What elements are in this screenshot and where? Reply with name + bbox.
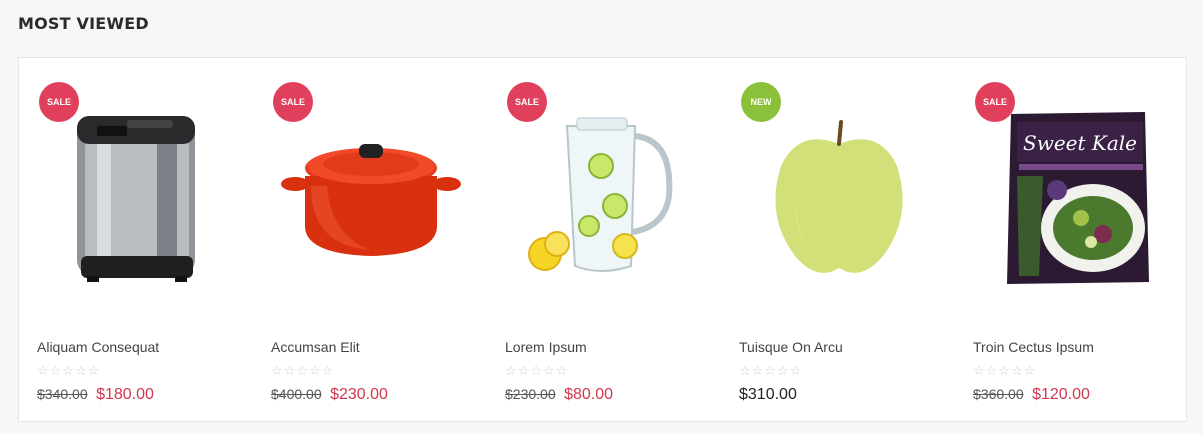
product-name[interactable]: Troin Cectus Ipsum — [973, 339, 1094, 355]
current-price: $180.00 — [96, 386, 154, 403]
package-label: Sweet Kale — [1023, 131, 1137, 155]
old-price: $230.00 — [505, 386, 556, 402]
sale-badge: SALE — [507, 82, 547, 122]
price-block: $400.00 $230.00 — [271, 386, 388, 404]
product-card[interactable]: SALE Lorem Ipsum ☆☆☆☆☆ $230.00 $80.00 — [487, 58, 721, 421]
current-price: $80.00 — [564, 386, 613, 403]
sale-badge: SALE — [975, 82, 1015, 122]
price-block: $310.00 — [739, 386, 797, 404]
product-card[interactable]: SALE Sweet Kale Troin Cectus Ipsum ☆☆☆☆☆… — [955, 58, 1189, 421]
sale-badge: SALE — [39, 82, 79, 122]
product-carousel: SALE Aliquam Consequat ☆☆☆☆☆ $340.00 $18… — [18, 57, 1187, 422]
sale-badge: SALE — [273, 82, 313, 122]
old-price: $400.00 — [271, 386, 322, 402]
rating-stars: ☆☆☆☆☆ — [739, 364, 803, 379]
product-card[interactable]: NEW Tuisque On Arcu ☆☆☆☆☆ $310.00 — [721, 58, 955, 421]
product-image[interactable]: Sweet Kale — [973, 106, 1173, 296]
current-price: $310.00 — [739, 386, 797, 403]
rating-stars: ☆☆☆☆☆ — [271, 364, 335, 379]
product-card[interactable]: SALE Accumsan Elit ☆☆☆☆☆ $400.00 $230.00 — [253, 58, 487, 421]
rating-stars: ☆☆☆☆☆ — [973, 364, 1037, 379]
new-badge: NEW — [741, 82, 781, 122]
current-price: $120.00 — [1032, 386, 1090, 403]
product-image[interactable] — [739, 106, 939, 296]
price-block: $230.00 $80.00 — [505, 386, 613, 404]
current-price: $230.00 — [330, 386, 388, 403]
old-price: $340.00 — [37, 386, 88, 402]
product-name[interactable]: Lorem Ipsum — [505, 339, 587, 355]
product-name[interactable]: Aliquam Consequat — [37, 339, 159, 355]
product-image[interactable] — [271, 106, 471, 296]
product-name[interactable]: Tuisque On Arcu — [739, 339, 843, 355]
rating-stars: ☆☆☆☆☆ — [505, 364, 569, 379]
product-image[interactable] — [505, 106, 705, 296]
section-title: MOST VIEWED — [18, 14, 149, 33]
product-image[interactable] — [37, 106, 237, 296]
product-card[interactable]: SALE Aliquam Consequat ☆☆☆☆☆ $340.00 $18… — [19, 58, 253, 421]
price-block: $340.00 $180.00 — [37, 386, 154, 404]
old-price: $360.00 — [973, 386, 1024, 402]
product-name[interactable]: Accumsan Elit — [271, 339, 360, 355]
price-block: $360.00 $120.00 — [973, 386, 1090, 404]
rating-stars: ☆☆☆☆☆ — [37, 364, 101, 379]
